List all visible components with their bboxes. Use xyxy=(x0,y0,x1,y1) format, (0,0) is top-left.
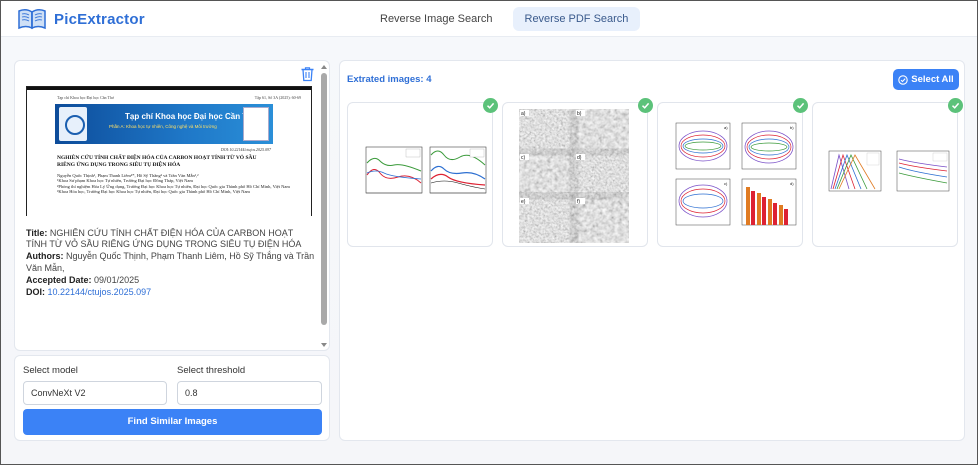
check-circle-icon xyxy=(898,74,909,85)
selected-check-badge[interactable] xyxy=(483,98,498,113)
preview-top-border xyxy=(27,87,311,90)
meta-accepted-label: Accepted Date: xyxy=(26,274,92,285)
threshold-input[interactable]: 0.8 xyxy=(177,381,322,405)
nav-tabs: Reverse Image Search Reverse PDF Search xyxy=(368,7,648,31)
preview-title: NGHIÊN CỨU TÍNH CHẤT ĐIỆN HÓA CỦA CARBON… xyxy=(57,155,257,168)
check-icon xyxy=(951,102,960,109)
sem-panel-label: a) xyxy=(521,111,526,117)
sem-panel-label: d) xyxy=(577,155,582,161)
document-panel: Tạp chí Khoa học Đại học Cần Thơ Tập 61,… xyxy=(14,60,330,351)
meta-authors-label: Authors: xyxy=(26,251,64,262)
check-icon xyxy=(486,102,495,109)
extracted-image-card[interactable] xyxy=(347,98,498,247)
results-panel: Extrated images: 4 Select All a) b) c) d… xyxy=(339,60,965,441)
preview-affiliation: ³Khoa Hóa học, Trường Đại học Khoa học T… xyxy=(57,189,250,195)
gcd-curves-image xyxy=(828,150,950,192)
journal-cover-thumbnail xyxy=(243,107,269,141)
check-icon xyxy=(641,102,650,109)
sem-panel-label: c) xyxy=(521,155,526,161)
banner-subtitle: Phần A: Khoa học tự nhiên, Công nghệ và … xyxy=(109,124,217,129)
extracted-count: Extrated images: 4 xyxy=(347,74,432,85)
cv-panel-label: d) xyxy=(790,181,794,186)
meta-authors: Nguyễn Quốc Thịnh, Phạm Thanh Liêm, Hồ S… xyxy=(26,251,315,273)
journal-header-right: Tập 61, Số 3A (2025): 60-69 xyxy=(254,95,301,100)
extracted-image-card[interactable] xyxy=(812,98,963,247)
find-similar-images-button[interactable]: Find Similar Images xyxy=(23,409,322,435)
trash-icon[interactable] xyxy=(300,66,315,82)
tab-reverse-pdf-search[interactable]: Reverse PDF Search xyxy=(512,7,641,31)
meta-accepted-row: Accepted Date: 09/01/2025 xyxy=(26,275,316,286)
check-icon xyxy=(796,102,805,109)
selected-check-badge[interactable] xyxy=(638,98,653,113)
scroll-down-arrow[interactable] xyxy=(321,343,327,347)
cv-curves-image: a) b) c) d) xyxy=(675,122,797,226)
threshold-label: Select threshold xyxy=(177,365,246,376)
app-name: PicExtractor xyxy=(54,10,145,28)
meta-title-row: Title: NGHIÊN CỨU TÍNH CHẤT ĐIỆN HÓA CỦA… xyxy=(26,228,316,250)
cv-panel-label: a) xyxy=(724,125,728,130)
meta-accepted-date: 09/01/2025 xyxy=(94,274,140,285)
select-all-label: Select All xyxy=(911,74,954,85)
journal-header: Tạp chí Khoa học Đại học Cần Thơ Tập 61,… xyxy=(57,95,301,100)
logo[interactable]: PicExtractor xyxy=(17,7,145,31)
banner-title: Tạp chí Khoa học Đại học Cần Thơ xyxy=(125,112,258,121)
preview-doi: DOI:10.22144/ctujos.2025.097 xyxy=(220,147,271,152)
scroll-up-arrow[interactable] xyxy=(321,65,327,69)
extracted-image-card[interactable]: a) b) c) d) xyxy=(657,98,808,247)
preview-authors-block: Nguyễn Quốc Thịnh¹, Phạm Thanh Liêm²*, H… xyxy=(57,173,297,195)
meta-title-label: Title: xyxy=(26,228,48,238)
sem-panel-label: b) xyxy=(577,111,582,117)
meta-doi-label: DOI: xyxy=(26,287,45,298)
meta-doi-link[interactable]: 10.22144/ctujos.2025.097 xyxy=(48,287,152,297)
search-controls-panel: Select model Select threshold ConvNeXt V… xyxy=(14,355,330,441)
selected-check-badge[interactable] xyxy=(793,98,808,113)
cv-panel-label: b) xyxy=(790,125,794,130)
university-seal-icon xyxy=(59,107,87,141)
line-plots-image xyxy=(365,146,487,194)
extracted-image-card[interactable]: a) b) c) d) e) f) xyxy=(502,98,653,247)
sem-micrographs-image: a) b) c) d) e) f) xyxy=(519,109,629,243)
app-window: PicExtractor Reverse Image Search Revers… xyxy=(0,0,978,465)
scroll-thumb[interactable] xyxy=(321,73,327,325)
document-panel-scrollbar[interactable] xyxy=(320,61,328,350)
meta-authors-row: Authors: Nguyễn Quốc Thịnh, Phạm Thanh L… xyxy=(26,251,316,273)
meta-doi-row: DOI: 10.22144/ctujos.2025.097 xyxy=(26,287,316,298)
meta-title: NGHIÊN CỨU TÍNH CHẤT ĐIỆN HÓA CỦA CARBON… xyxy=(26,228,302,250)
model-select[interactable]: ConvNeXt V2 xyxy=(23,381,167,405)
journal-banner: Tạp chí Khoa học Đại học Cần Thơ Phần A:… xyxy=(55,104,273,144)
model-label: Select model xyxy=(23,365,78,376)
journal-header-left: Tạp chí Khoa học Đại học Cần Thơ xyxy=(57,95,115,100)
pdf-preview[interactable]: Tạp chí Khoa học Đại học Cần Thơ Tập 61,… xyxy=(26,86,312,216)
cv-panel-label: c) xyxy=(724,181,728,186)
select-all-button[interactable]: Select All xyxy=(893,69,959,90)
document-metadata: Title: NGHIÊN CỨU TÍNH CHẤT ĐIỆN HÓA CỦA… xyxy=(26,228,316,299)
tab-reverse-image-search[interactable]: Reverse Image Search xyxy=(368,7,505,31)
book-logo-icon xyxy=(18,8,46,30)
selected-check-badge[interactable] xyxy=(948,98,963,113)
sem-panel-label: e) xyxy=(521,199,526,205)
sem-panel-label: f) xyxy=(577,199,580,205)
top-bar: PicExtractor Reverse Image Search Revers… xyxy=(1,1,977,37)
